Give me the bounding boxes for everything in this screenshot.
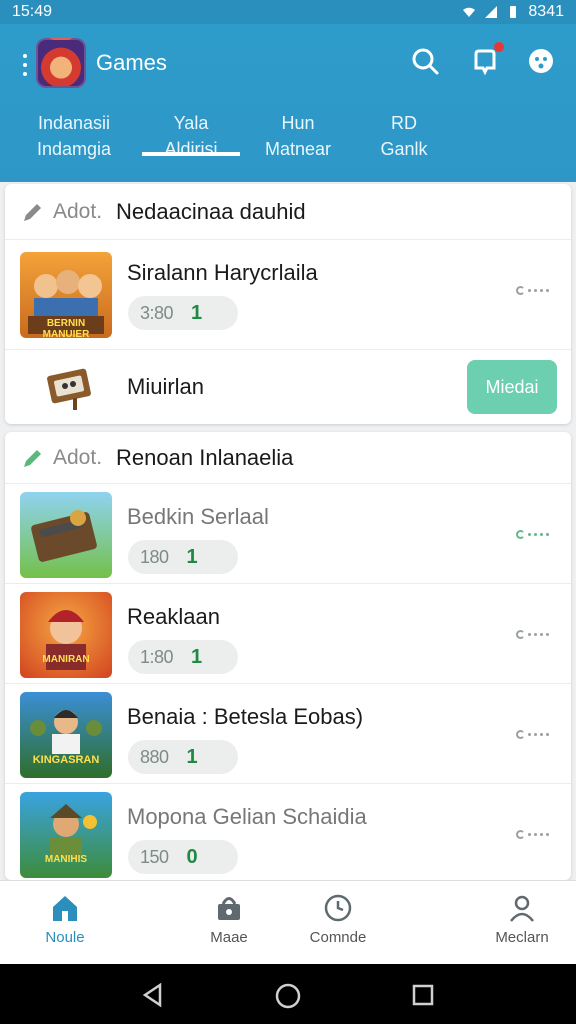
notification-badge [494,42,504,52]
tab-3[interactable]: RD Ganlk [344,110,464,162]
battery-icon [510,6,517,18]
stat-count: 1 [191,645,203,668]
nav-store-label: Maae [210,929,248,946]
signal-icon [485,6,498,18]
pencil-icon [24,203,41,221]
notification-button[interactable] [470,42,504,76]
section-card-2: Adot. Renoan Inlanaelia Bedkin Serlaal 1… [5,432,571,880]
game-title: Reaklaan [127,604,220,629]
stat-count: 0 [186,845,198,868]
stat-count: 1 [186,545,198,568]
list-item[interactable]: MANIHIS Mopona Gelian Schaidia 150 0 [5,784,571,878]
store-icon [218,897,240,920]
profile-face-icon[interactable] [526,46,556,76]
game-title: Bedkin Serlaal [127,504,269,529]
stat-value: 180 [140,546,169,567]
list-item[interactable]: Miuirlan Miedai [5,350,571,424]
stat-value: 150 [140,846,169,867]
nav-clock[interactable]: Comnde [283,893,393,946]
section-title: Nedaacinaa dauhid [116,198,306,224]
app-bar: Games Indanasii Indamgia Yala Aldirisi H… [0,24,576,182]
game-title: Benaia : Betesla Eobas) [127,704,364,729]
game-thumbnail: MANIHIS [20,792,112,878]
nav-home-label: Noule [45,929,85,946]
wifi-icon [463,7,476,17]
status-right-text: 8341 [528,3,564,20]
search-icon[interactable] [410,46,440,76]
bottom-navigation: Noule Maae Comnde Meclarn [0,880,576,964]
more-options-icon[interactable] [516,830,549,839]
section-title: Renoan Inlanaelia [116,444,294,470]
nav-store[interactable]: Maae [174,893,284,946]
tab-2[interactable]: Hun Matnear [238,110,358,162]
stat-count: 1 [191,301,203,324]
stat-pill: 150 0 [128,840,238,874]
more-options-icon[interactable] [516,286,549,295]
recents-icon[interactable] [410,982,436,1008]
clock-icon [324,894,352,922]
system-navigation-bar [0,964,576,1024]
game-thumbnail: KINGASRAN [20,692,112,778]
more-options-icon[interactable] [516,730,549,739]
game-thumbnail: MANIRAN [20,592,112,678]
stat-value: 880 [140,746,169,767]
tab-0[interactable]: Indanasii Indamgia [14,110,134,162]
thumbnail-label: BERNIN MANUIER [42,318,90,338]
stat-pill: 3:80 1 [128,296,238,330]
back-icon[interactable] [140,982,166,1008]
home-icon [53,896,77,921]
person-icon [510,895,534,922]
list-item[interactable]: MANIRAN Reaklaan 1:80 1 [5,584,571,684]
tab-indicator [142,152,240,156]
game-title: Mopona Gelian Schaidia [127,804,367,829]
game-thumbnail [20,492,112,578]
list-item[interactable]: Bedkin Serlaal 180 1 [5,484,571,584]
list-item[interactable]: BERNIN MANUIER Siralann Harycrlaila 3:80… [5,240,571,350]
stat-value: 1:80 [140,646,174,667]
game-title: Siralann Harycrlaila [127,260,318,285]
section-tag: Adot. [53,199,103,223]
item-title: Miuirlan [127,374,205,399]
action-button[interactable]: Miedai [467,360,557,414]
more-options-icon[interactable] [516,630,549,639]
section-card-1: Adot. Nedaacinaa dauhid BERNIN MANUIER S… [5,184,571,424]
nav-clock-label: Comnde [309,929,367,946]
thumbnail-label: MANIRAN [42,654,90,665]
stat-pill: 180 1 [128,540,238,574]
stat-count: 1 [186,745,198,768]
nav-profile[interactable]: Meclarn [467,893,576,946]
app-title: Games [96,50,167,75]
treasure-sign-icon [47,368,91,410]
home-circle-icon[interactable] [274,982,302,1010]
list-item[interactable]: KINGASRAN Benaia : Betesla Eobas) 880 1 [5,684,571,784]
more-options-icon[interactable] [516,530,549,539]
stat-value: 3:80 [140,302,174,323]
stat-pill: 1:80 1 [128,640,238,674]
thumbnail-label: MANIHIS [44,854,88,865]
status-time: 15:49 [12,3,53,20]
overflow-menu-icon[interactable] [22,54,28,76]
pencil-icon [24,449,41,467]
nav-profile-label: Meclarn [495,929,549,946]
app-logo [36,38,86,88]
nav-home[interactable]: Noule [10,893,120,946]
section-header: Adot. Renoan Inlanaelia [5,432,571,484]
status-bar: 15:49 8341 [0,0,576,24]
section-tag: Adot. [53,445,103,469]
stat-pill: 880 1 [128,740,238,774]
thumbnail-label: KINGASRAN [32,754,100,766]
game-thumbnail: BERNIN MANUIER [20,252,112,338]
section-header: Adot. Nedaacinaa dauhid [5,184,571,240]
